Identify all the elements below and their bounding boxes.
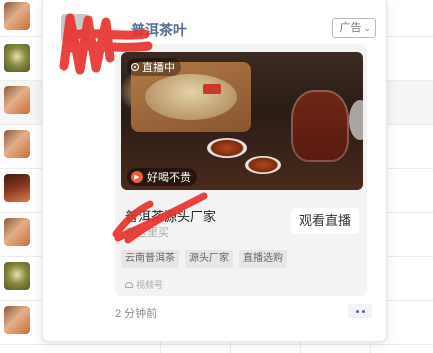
- post-timestamp: 2 分钟前: [115, 308, 158, 320]
- ad-label-text: 广告: [339, 22, 362, 34]
- avatar-column: [0, 0, 42, 353]
- live-icon: [131, 63, 139, 71]
- avatar[interactable]: [4, 44, 30, 72]
- teapot: [291, 90, 349, 162]
- account-header: 普洱茶叶 广告 ⌄: [61, 14, 376, 44]
- ad-subtitle: 在这里买: [125, 227, 169, 239]
- tag[interactable]: 源头厂家: [185, 250, 233, 268]
- avatar[interactable]: [4, 130, 30, 158]
- speaker-icon: ▶: [131, 171, 143, 183]
- live-stream-cover-image[interactable]: 直播中 ▶ 好喝不贵: [121, 52, 363, 190]
- chevron-down-icon: ⌄: [363, 23, 371, 33]
- avatar[interactable]: [4, 174, 30, 202]
- tag-list: 云南普洱茶 源头厂家 直播选购: [121, 250, 287, 268]
- channels-icon: [125, 281, 133, 288]
- more-dots-icon[interactable]: [348, 304, 372, 318]
- tag[interactable]: 云南普洱茶: [121, 250, 179, 268]
- avatar[interactable]: [4, 306, 30, 334]
- caption-badge: ▶ 好喝不贵: [127, 168, 197, 186]
- ad-post-popup: 普洱茶叶 广告 ⌄ 直播中 ▶ 好喝不贵 普洱茶源头厂家 在这里买 观看直播 云…: [42, 0, 387, 342]
- caption-text: 好喝不贵: [147, 172, 191, 184]
- ad-label-dropdown[interactable]: 广告 ⌄: [332, 18, 376, 38]
- source-label: 视频号: [136, 280, 164, 290]
- source-row: 视频号: [125, 278, 163, 291]
- account-name[interactable]: 普洱茶叶: [131, 20, 187, 40]
- ad-card[interactable]: 直播中 ▶ 好喝不贵 普洱茶源头厂家 在这里买 观看直播 云南普洱茶 源头厂家 …: [115, 44, 367, 296]
- live-badge-text: 直播中: [142, 62, 175, 74]
- avatar[interactable]: [4, 86, 30, 114]
- avatar[interactable]: [4, 262, 30, 290]
- avatar[interactable]: [4, 2, 30, 30]
- account-avatar[interactable]: [61, 14, 89, 42]
- live-badge: 直播中: [127, 58, 181, 76]
- ad-title: 普洱茶源头厂家: [125, 209, 217, 224]
- tag[interactable]: 直播选购: [239, 250, 287, 268]
- watch-live-button[interactable]: 观看直播: [290, 208, 359, 234]
- avatar[interactable]: [4, 218, 30, 246]
